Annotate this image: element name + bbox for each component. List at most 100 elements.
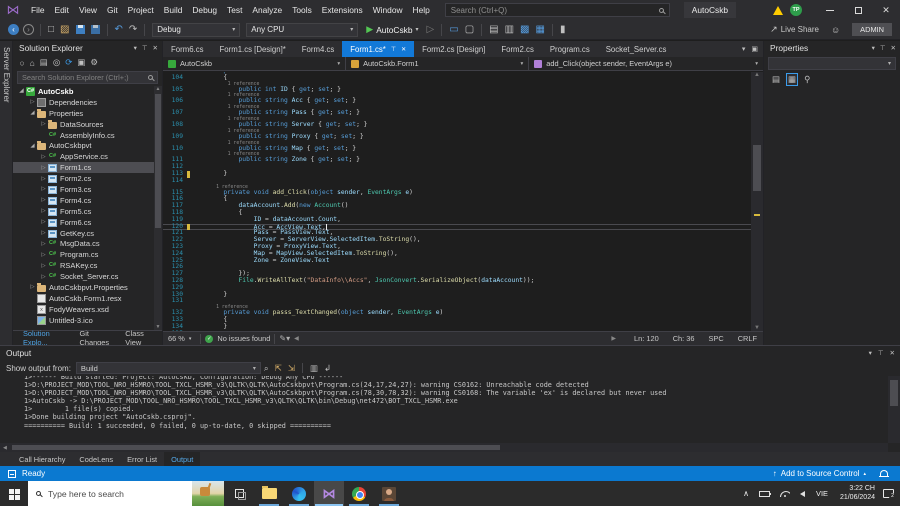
minimize-button[interactable] [816, 0, 844, 20]
feedback-icon[interactable]: ☺ [831, 25, 840, 35]
warning-icon[interactable] [773, 5, 783, 15]
tree-item-program-cs[interactable]: ▷ C# Program.cs [13, 249, 162, 260]
server-explorer-side-tab[interactable]: Server Explorer [0, 41, 13, 345]
tree-item-dependencies[interactable]: ▷ Dependencies [13, 97, 162, 108]
menu-file[interactable]: File [26, 0, 50, 20]
tree-item-appservice-cs[interactable]: ▷ C# AppService.cs [13, 151, 162, 162]
new-file-icon[interactable]: ▭ [449, 21, 458, 39]
indentation-indicator[interactable]: SPC [708, 334, 723, 343]
tree-item-rsakey-cs[interactable]: ▷ C# RSAKey.cs [13, 260, 162, 271]
code-line-109[interactable]: 109 public string Proxy { get; set; } [163, 133, 751, 141]
code-line-108[interactable]: 108 public string Server { get; set; } [163, 121, 751, 129]
code-line-115[interactable]: 115 private void add_Click(object sender… [163, 189, 751, 197]
properties-icon[interactable]: ⚙ [90, 57, 98, 68]
collapsed-arrow-icon[interactable]: ▷ [39, 208, 48, 214]
add-to-source-control-button[interactable]: Add to Source Control [781, 469, 860, 478]
search-highlight-image[interactable] [192, 481, 224, 506]
speaker-icon[interactable] [800, 490, 806, 497]
expanded-arrow-icon[interactable]: ◢ [28, 143, 37, 149]
window-layout-icon[interactable]: ▣ [751, 45, 758, 53]
tree-item-autocskb[interactable]: ◢ C# AutoCskb [13, 86, 162, 97]
taskbar-search-input[interactable]: Type here to search [28, 481, 224, 506]
collapsed-arrow-icon[interactable]: ▷ [39, 186, 48, 192]
line-ending-indicator[interactable]: CRLF [738, 334, 757, 343]
task-view-button[interactable] [224, 481, 254, 506]
collapsed-arrow-icon[interactable]: ▷ [39, 176, 48, 182]
document-tab-form2-cs-design-[interactable]: Form2.cs [Design] [414, 41, 493, 57]
visual-studio-button[interactable]: ⋈ [314, 481, 344, 506]
expanded-arrow-icon[interactable]: ◢ [17, 88, 26, 94]
document-tab-form1-cs-[interactable]: Form1.cs* ⊤ ✕ [342, 41, 415, 57]
goto-previous-message-icon[interactable]: ⇱ [275, 363, 282, 374]
issues-status[interactable]: No issues found [217, 334, 270, 343]
code-line-133[interactable]: 133 { [163, 316, 751, 324]
collapsed-arrow-icon[interactable]: ▷ [28, 99, 37, 105]
collapsed-arrow-icon[interactable]: ▷ [39, 230, 48, 236]
type-dropdown[interactable]: AutoCskb.Form1 ▾ [346, 57, 530, 70]
window-menu-icon[interactable]: ▾ [134, 44, 137, 52]
close-button[interactable]: ✕ [872, 0, 900, 20]
document-tab-form1-cs-design-[interactable]: Form1.cs [Design]* [212, 41, 294, 57]
photos-app-button[interactable] [374, 481, 404, 506]
menu-tools[interactable]: Tools [287, 0, 317, 20]
maximize-button[interactable] [844, 0, 872, 20]
close-icon[interactable]: ✕ [891, 44, 896, 52]
close-icon[interactable]: ✕ [401, 46, 406, 53]
notifications-bell-icon[interactable] [879, 470, 889, 477]
panel-tab-call-hierarchy[interactable]: Call Hierarchy [12, 452, 72, 466]
panel-tab-error-list[interactable]: Error List [120, 452, 164, 466]
find-message-icon[interactable]: ⌕ [264, 363, 269, 374]
scroll-up-icon[interactable]: ▲ [154, 86, 162, 92]
menu-build[interactable]: Build [159, 0, 188, 20]
tree-item-form4-cs[interactable]: ▷ Form4.cs [13, 195, 162, 206]
collapsed-arrow-icon[interactable]: ▷ [39, 274, 48, 280]
start-button[interactable] [0, 481, 28, 506]
screenshot-icon[interactable]: ▢ [465, 21, 474, 39]
tree-item-getkey-cs[interactable]: ▷ GetKey.cs [13, 228, 162, 239]
close-icon[interactable]: ✕ [153, 44, 158, 52]
chrome-button[interactable] [344, 481, 374, 506]
scroll-down-icon[interactable]: ▼ [154, 324, 162, 330]
document-tab-form6-cs[interactable]: Form6.cs [163, 41, 212, 57]
tree-item-msgdata-cs[interactable]: ▷ C# MsgData.cs [13, 238, 162, 249]
configuration-dropdown[interactable]: Debug ▾ [152, 22, 241, 37]
tree-item-form5-cs[interactable]: ▷ Form5.cs [13, 206, 162, 217]
wifi-icon[interactable] [780, 490, 791, 497]
start-debugging-button[interactable]: ▶ AutoCskb ▾ [366, 24, 418, 35]
tree-item-assemblyinfo-cs[interactable]: C# AssemblyInfo.cs [13, 130, 162, 141]
code-line-132[interactable]: 132 private void passs_TextChanged(objec… [163, 309, 751, 317]
tree-item-fodyweavers-xsd[interactable]: x FodyWeavers.xsd [13, 304, 162, 315]
collapsed-arrow-icon[interactable]: ▷ [39, 121, 48, 127]
expanded-arrow-icon[interactable]: ◢ [28, 110, 37, 116]
code-line-104[interactable]: 104 { [163, 74, 751, 82]
panel-tab-output[interactable]: Output [164, 452, 201, 466]
pin-icon[interactable]: ⊤ [880, 44, 886, 52]
redo-icon[interactable]: ↷ [129, 21, 137, 39]
menu-analyze[interactable]: Analyze [247, 0, 287, 20]
scroll-right-icon[interactable]: ▶ [611, 335, 616, 342]
pending-changes-filter-icon[interactable]: ◎ [53, 57, 60, 68]
switch-views-icon[interactable]: ▤ [40, 57, 48, 68]
goto-next-message-icon[interactable]: ⇲ [288, 363, 295, 374]
output-horizontal-scrollbar[interactable]: ◀ [0, 443, 888, 452]
platform-dropdown[interactable]: Any CPU ▾ [246, 22, 359, 37]
window-menu-icon[interactable]: ▾ [872, 44, 875, 52]
tree-item-untitled-3-ico[interactable]: Untitled-3.ico [13, 315, 162, 326]
document-tab-program-cs[interactable]: Program.cs [542, 41, 598, 57]
document-tab-socket-server-cs[interactable]: Socket_Server.cs [598, 41, 675, 57]
property-pages-icon[interactable]: ⚲ [804, 74, 810, 85]
scroll-up-icon[interactable]: ▲ [751, 72, 763, 78]
window-menu-icon[interactable]: ▾ [869, 349, 872, 357]
collapsed-arrow-icon[interactable]: ▷ [39, 241, 48, 247]
panel-tab-codelens[interactable]: CodeLens [72, 452, 120, 466]
menu-edit[interactable]: Edit [50, 0, 74, 20]
battery-icon[interactable] [759, 490, 772, 497]
zoom-level-dropdown[interactable]: 66 % ▾ [163, 334, 196, 343]
tree-item-form3-cs[interactable]: ▷ Form3.cs [13, 184, 162, 195]
collapse-all-icon[interactable]: ▣ [77, 57, 85, 68]
word-wrap-icon[interactable]: ↲ [324, 363, 331, 374]
code-line-128[interactable]: 128 File.WriteAllText("DataInfo\\Accs", … [163, 277, 751, 285]
home-icon[interactable]: ⌂ [30, 58, 35, 68]
editor-vertical-scrollbar[interactable]: ▲ ▼ [751, 72, 763, 331]
document-tab-form4-cs[interactable]: Form4.cs [294, 41, 343, 57]
